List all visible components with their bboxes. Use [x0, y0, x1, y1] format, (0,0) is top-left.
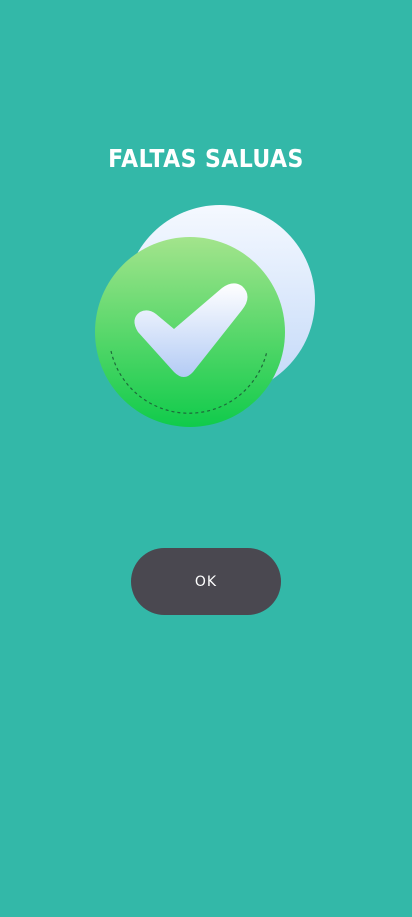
check-badge-icon: [92, 204, 320, 432]
ok-button[interactable]: OK: [131, 548, 281, 615]
dialog-title: FALTAS SALUAS: [108, 144, 304, 173]
